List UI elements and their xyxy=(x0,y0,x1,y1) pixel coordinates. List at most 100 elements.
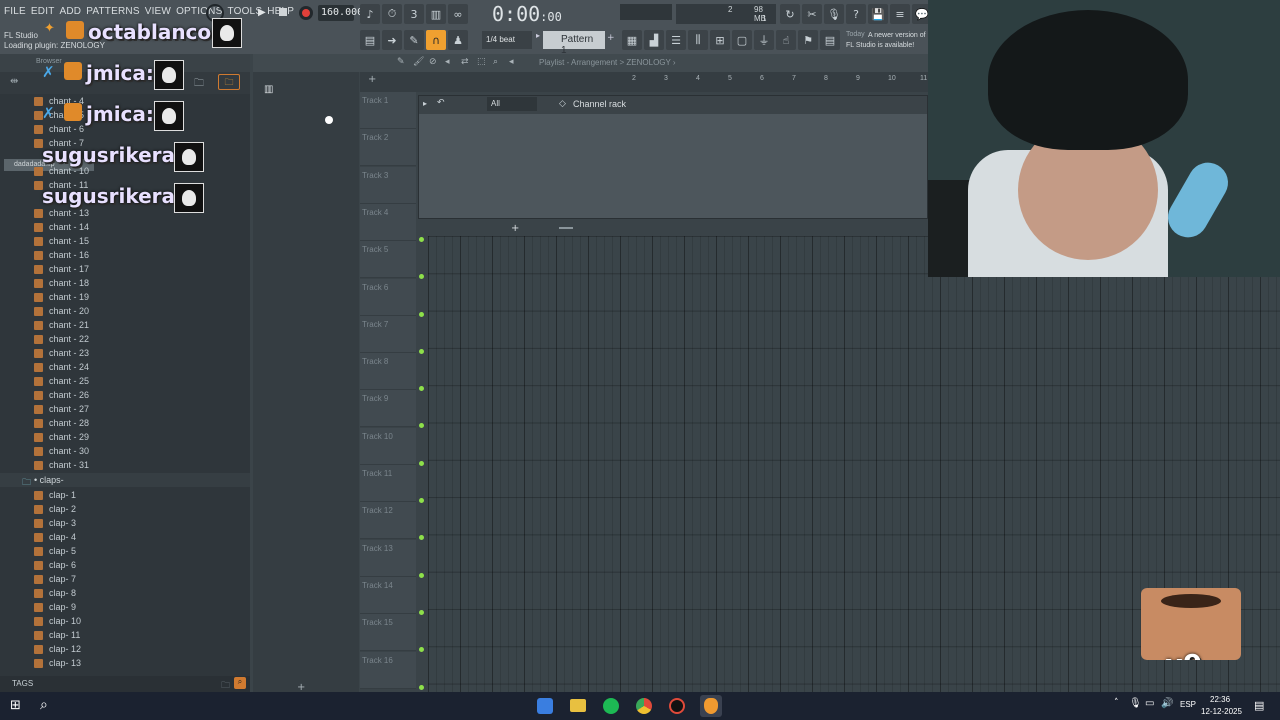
news-text[interactable]: A newer version of FL Studio is availabl… xyxy=(846,31,928,51)
browser-file-item[interactable]: chant - 21 xyxy=(34,318,89,332)
file-explorer-icon[interactable] xyxy=(570,699,586,712)
notifications-icon[interactable]: ▤ xyxy=(1254,699,1264,712)
track-header[interactable]: Track 2 xyxy=(360,129,416,167)
track-header[interactable]: Track 4 xyxy=(360,203,416,241)
wait-icon[interactable]: ⏱ xyxy=(382,4,402,24)
channel-rack-icon[interactable]: ☰ xyxy=(666,30,686,50)
refresh-icon[interactable]: ↻ xyxy=(780,4,800,24)
browser-file-item[interactable]: chant - 16 xyxy=(34,248,89,262)
snap-select[interactable]: 1/4 beat xyxy=(482,31,532,49)
collapse-icon[interactable]: ⇹ xyxy=(10,76,18,87)
mic-icon[interactable]: 🎙 xyxy=(824,4,844,24)
store-icon[interactable] xyxy=(537,698,553,714)
save-icon[interactable]: 💾 xyxy=(868,4,888,24)
pencil-tool-icon[interactable]: ✎ xyxy=(397,57,405,67)
magnet-icon[interactable]: ∩ xyxy=(426,30,446,50)
browser-file-item[interactable]: chant - 28 xyxy=(34,416,89,430)
metronome-icon[interactable]: ♪ xyxy=(360,4,380,24)
browser-file-item[interactable]: chant - 25 xyxy=(34,374,89,388)
track-enable-led[interactable] xyxy=(419,311,424,317)
track-enable-led[interactable] xyxy=(419,274,424,280)
browser-file-item[interactable]: chant - 26 xyxy=(34,388,89,402)
chrome-icon[interactable] xyxy=(636,698,652,714)
browser-file-item[interactable]: chant - 13 xyxy=(34,206,89,220)
arrow-right-icon[interactable]: ➜ xyxy=(382,30,402,50)
countdown-icon[interactable]: 3 xyxy=(404,4,424,24)
track-enable-led[interactable] xyxy=(419,684,424,690)
plug-icon[interactable]: ⏚ xyxy=(754,30,774,50)
track-enable-led[interactable] xyxy=(419,236,424,242)
track-header[interactable]: Track 10 xyxy=(360,427,416,465)
browser-file-item[interactable]: clap- 4 xyxy=(34,530,76,544)
browser-file-item[interactable]: clap- 12 xyxy=(34,642,81,656)
browser-file-item[interactable]: clap- 9 xyxy=(34,600,76,614)
folder-nav-icon[interactable]: 🗀 xyxy=(194,76,204,93)
pattern-selector[interactable]: Pattern 1 xyxy=(543,31,605,56)
browser-file-item[interactable]: clap- 10 xyxy=(34,614,81,628)
track-enable-led[interactable] xyxy=(419,572,424,578)
language-indicator[interactable]: ESP xyxy=(1180,700,1196,709)
browser-file-item[interactable]: clap- 13 xyxy=(34,656,81,670)
slip-tool-icon[interactable]: ⇄ xyxy=(461,57,469,67)
mute-tool-icon[interactable]: ◂ xyxy=(445,57,450,67)
playlist-icon[interactable]: ▦ xyxy=(622,30,642,50)
track-header[interactable]: Track 7 xyxy=(360,315,416,353)
browser-view-icon[interactable]: ⊞ xyxy=(710,30,730,50)
loop-icon[interactable]: ∞ xyxy=(448,4,468,24)
track-enable-led[interactable] xyxy=(419,348,424,354)
track-header[interactable]: Track 3 xyxy=(360,166,416,204)
menu-add[interactable]: ADD xyxy=(60,6,82,17)
tray-arrow-icon[interactable]: ˄ xyxy=(1114,698,1119,708)
track-enable-led[interactable] xyxy=(419,647,424,653)
step-edit-icon[interactable]: ▥ xyxy=(426,4,446,24)
tempo-tap-icon[interactable]: ⚑ xyxy=(798,30,818,50)
zoom-tool-icon[interactable]: ⌕ xyxy=(493,57,498,67)
browser-file-item[interactable]: clap- 8 xyxy=(34,586,76,600)
track-header[interactable]: Track 6 xyxy=(360,278,416,316)
fl-studio-task[interactable] xyxy=(700,695,722,717)
record-button[interactable] xyxy=(299,6,313,20)
browser-file-item[interactable]: clap- 1 xyxy=(34,488,76,502)
browser-file-item[interactable]: chant - 27 xyxy=(34,402,89,416)
spotify-icon[interactable] xyxy=(603,698,619,714)
track-enable-led[interactable] xyxy=(419,460,424,466)
pattern-mode-icon[interactable]: ▤ xyxy=(360,30,380,50)
cut-icon[interactable]: ✂ xyxy=(802,4,822,24)
browser-file-item[interactable]: clap- 11 xyxy=(34,628,80,642)
select-tool-icon[interactable]: ⬚ xyxy=(477,57,486,67)
browser-file-item[interactable]: chant - 19 xyxy=(34,290,89,304)
track-enable-led[interactable] xyxy=(419,609,424,615)
browser-file-item[interactable]: chant - 14 xyxy=(34,220,89,234)
track-header[interactable]: Track 1 xyxy=(360,92,416,129)
track-enable-led[interactable] xyxy=(419,386,424,392)
add-pattern-icon[interactable]: + xyxy=(607,33,615,43)
stamp-icon[interactable]: ♟ xyxy=(448,30,468,50)
browser-file-item[interactable]: clap- 3 xyxy=(34,516,76,530)
browser-file-item[interactable]: chant - 23 xyxy=(34,346,89,360)
menu-view[interactable]: VIEW xyxy=(145,6,171,17)
swing-icon[interactable]: ◇ xyxy=(559,99,566,109)
add-track-icon[interactable]: + xyxy=(368,74,376,85)
browser-file-item[interactable]: chant - 24 xyxy=(34,360,89,374)
browser-file-item[interactable]: chant - 31 xyxy=(34,458,89,472)
track-enable-led[interactable] xyxy=(419,423,424,429)
search-icon[interactable]: ⌕ xyxy=(40,697,48,713)
obs-icon[interactable] xyxy=(669,698,685,714)
browser-file-item[interactable]: chant - 17 xyxy=(34,262,89,276)
menu-patterns[interactable]: PATTERNS xyxy=(86,6,139,17)
delete-tool-icon[interactable]: ⊘ xyxy=(429,57,437,67)
browser-file-item[interactable]: clap- 2 xyxy=(34,502,76,516)
track-header[interactable]: Track 15 xyxy=(360,614,416,652)
browser-file-item[interactable]: chant - 30 xyxy=(34,444,89,458)
browser-file-item[interactable]: chant - 22 xyxy=(34,332,89,346)
menu-edit[interactable]: EDIT xyxy=(31,6,55,17)
add-channel-icon[interactable]: + xyxy=(511,223,519,234)
browser-file-item[interactable]: chant - 18 xyxy=(34,276,89,290)
piano-roll-icon[interactable]: ▟ xyxy=(644,30,664,50)
network-icon[interactable]: ▭ xyxy=(1145,698,1154,709)
folder-row[interactable]: 🗀 • claps- xyxy=(0,473,250,488)
pencil-icon[interactable]: ✎ xyxy=(404,30,424,50)
mixer-icon[interactable]: ≡ xyxy=(890,4,910,24)
track-header[interactable]: Track 8 xyxy=(360,353,416,391)
track-header[interactable]: Track 14 xyxy=(360,576,416,614)
